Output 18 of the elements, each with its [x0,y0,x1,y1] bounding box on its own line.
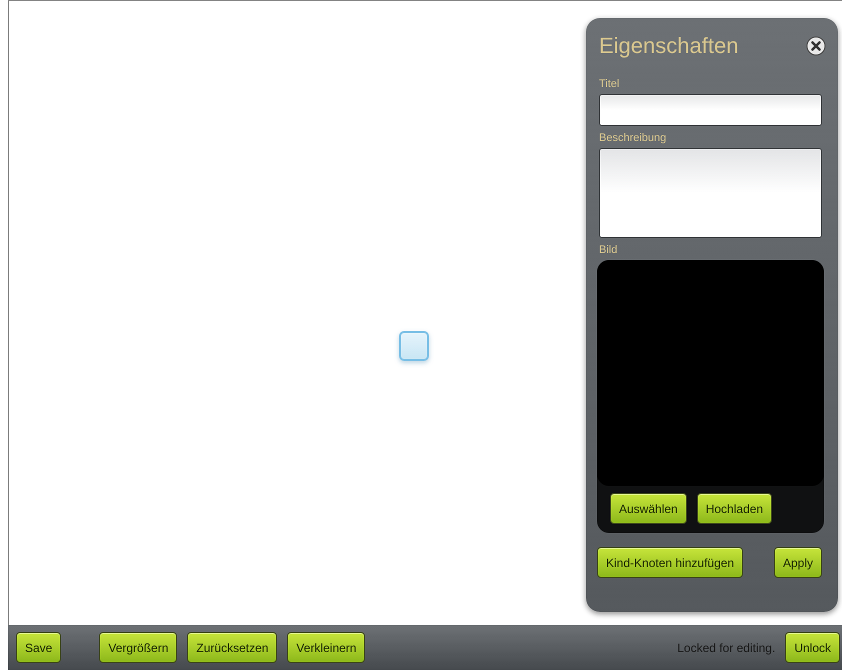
close-icon[interactable] [806,36,826,56]
panel-title: Eigenschaften [599,33,738,59]
toolbar-button[interactable]: Zurücksetzen [187,632,278,663]
description-input[interactable] [599,148,822,238]
lock-status: Locked for editing. [677,640,776,654]
panel-button[interactable]: Apply [774,547,822,578]
toolbar-button[interactable]: Save [16,632,62,663]
field-label: Titel [599,78,620,90]
panel-button[interactable]: Kind-Knoten hinzufügen [597,547,744,578]
toolbar-button[interactable]: Vergrößern [99,632,178,663]
unlock-button[interactable]: Unlock [785,632,840,663]
image-button[interactable]: Hochladen [696,493,772,524]
canvas-node[interactable] [399,331,429,361]
field-label: Bild [599,244,618,256]
field-label: Beschreibung [599,132,668,144]
image-button[interactable]: Auswählen [610,493,687,524]
title-input[interactable] [599,94,822,126]
toolbar-button[interactable]: Verkleinern [287,632,366,663]
